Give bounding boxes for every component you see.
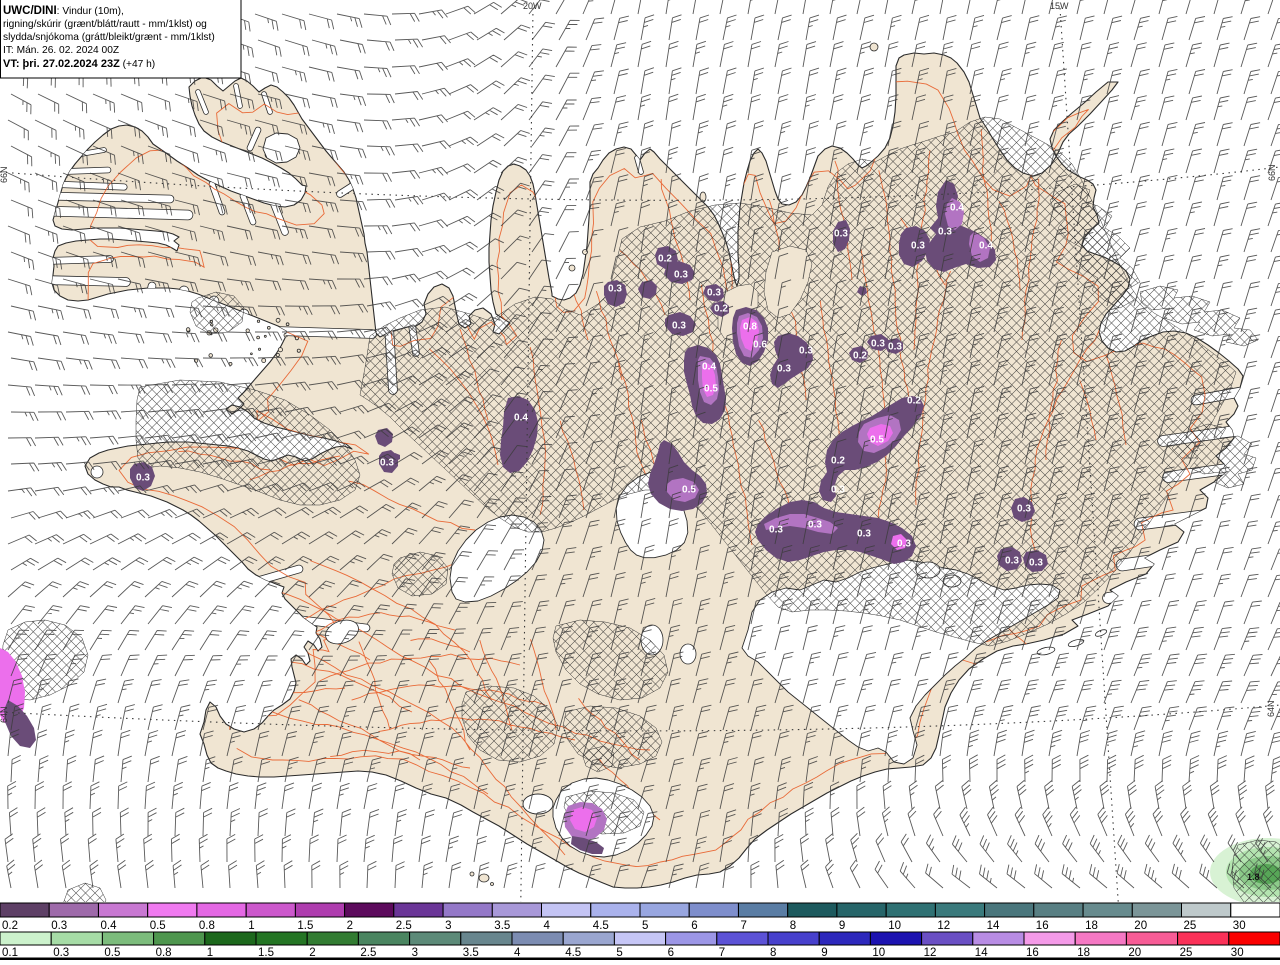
svg-text:1.5: 1.5 <box>258 947 274 959</box>
svg-text:0.1: 0.1 <box>2 947 18 959</box>
svg-text:0.5: 0.5 <box>704 384 718 395</box>
svg-text:0.3: 0.3 <box>911 241 925 252</box>
svg-text:0.2: 0.2 <box>853 351 867 362</box>
svg-text:9: 9 <box>821 947 827 959</box>
svg-text:0.2: 0.2 <box>714 304 728 315</box>
svg-text:2.5: 2.5 <box>396 920 412 932</box>
svg-text:66N: 66N <box>0 166 9 183</box>
svg-text:20W: 20W <box>523 1 542 11</box>
svg-text:3: 3 <box>445 920 451 932</box>
svg-text:30: 30 <box>1231 947 1244 959</box>
svg-text:0.2: 0.2 <box>831 456 845 467</box>
svg-text:1.8: 1.8 <box>1247 872 1260 882</box>
svg-text:64N: 64N <box>0 706 9 723</box>
svg-text:0.5: 0.5 <box>104 947 120 959</box>
svg-text:0.4: 0.4 <box>702 362 716 373</box>
svg-text:3.5: 3.5 <box>494 920 510 932</box>
svg-text:0.5: 0.5 <box>870 435 884 446</box>
svg-text:0.3: 0.3 <box>1005 556 1019 567</box>
svg-text:3: 3 <box>412 947 418 959</box>
svg-text:0.6: 0.6 <box>753 340 767 351</box>
svg-text:4: 4 <box>514 947 521 959</box>
svg-text:0.3: 0.3 <box>136 473 150 484</box>
svg-text:0.3: 0.3 <box>707 288 721 299</box>
svg-text:3.5: 3.5 <box>463 947 479 959</box>
svg-text:1: 1 <box>248 920 254 932</box>
svg-text:0.3: 0.3 <box>857 529 871 540</box>
svg-text:4: 4 <box>544 920 551 932</box>
svg-text:1.5: 1.5 <box>297 920 313 932</box>
svg-text:0.3: 0.3 <box>1017 504 1031 515</box>
svg-text:0.3: 0.3 <box>674 270 688 281</box>
svg-text:14: 14 <box>975 947 988 959</box>
svg-text:0.3: 0.3 <box>897 539 911 550</box>
svg-text:0.2: 0.2 <box>907 396 921 407</box>
svg-text:0.5: 0.5 <box>150 920 166 932</box>
svg-text:15W: 15W <box>1050 1 1069 11</box>
svg-text:0.3: 0.3 <box>769 525 783 536</box>
svg-text:2: 2 <box>309 947 315 959</box>
svg-text:slydda/snjókoma (grátt/bleikt/: slydda/snjókoma (grátt/bleikt/grænt - mm… <box>3 32 215 43</box>
svg-text:20: 20 <box>1128 947 1141 959</box>
svg-text:5: 5 <box>642 920 648 932</box>
svg-text:64N: 64N <box>1266 700 1276 717</box>
svg-text:0.4: 0.4 <box>979 241 993 252</box>
svg-text:UWC/DINI: Vindur (10m),: UWC/DINI: Vindur (10m), <box>3 5 124 17</box>
svg-text:10: 10 <box>872 947 885 959</box>
svg-text:8: 8 <box>770 947 776 959</box>
svg-text:0.8: 0.8 <box>199 920 215 932</box>
svg-text:4.5: 4.5 <box>593 920 609 932</box>
svg-text:0.3: 0.3 <box>888 342 902 353</box>
svg-text:10: 10 <box>888 920 901 932</box>
svg-text:0.3: 0.3 <box>380 458 394 469</box>
svg-text:0.3: 0.3 <box>831 485 845 496</box>
svg-text:0.3: 0.3 <box>938 227 952 238</box>
svg-text:12: 12 <box>924 947 937 959</box>
svg-text:0.4: 0.4 <box>101 920 118 932</box>
svg-text:12: 12 <box>937 920 950 932</box>
svg-text:0.4: 0.4 <box>514 413 528 424</box>
svg-text:25: 25 <box>1180 947 1193 959</box>
svg-text:0.3: 0.3 <box>834 229 848 240</box>
svg-text:0.3: 0.3 <box>608 284 622 295</box>
svg-text:0.3: 0.3 <box>777 364 791 375</box>
svg-text:2.5: 2.5 <box>360 947 376 959</box>
svg-text:30: 30 <box>1233 920 1246 932</box>
svg-text:25: 25 <box>1184 920 1197 932</box>
svg-text:18: 18 <box>1085 920 1098 932</box>
svg-text:0.8: 0.8 <box>743 322 757 333</box>
svg-text:6: 6 <box>691 920 697 932</box>
svg-text:0.3: 0.3 <box>799 346 813 357</box>
svg-text:5: 5 <box>616 947 622 959</box>
svg-text:14: 14 <box>987 920 1000 932</box>
svg-text:66N: 66N <box>1267 164 1277 181</box>
svg-text:0.3: 0.3 <box>1029 558 1043 569</box>
svg-text:0.2: 0.2 <box>2 920 18 932</box>
svg-text:18: 18 <box>1077 947 1090 959</box>
svg-text:16: 16 <box>1036 920 1049 932</box>
svg-text:8: 8 <box>790 920 796 932</box>
svg-text:9: 9 <box>839 920 845 932</box>
svg-text:2: 2 <box>347 920 353 932</box>
svg-text:20: 20 <box>1134 920 1147 932</box>
svg-text:6: 6 <box>668 947 674 959</box>
svg-text:0.3: 0.3 <box>53 947 69 959</box>
svg-text:0.3: 0.3 <box>51 920 67 932</box>
svg-text:IT: Mán. 26. 02. 2024 00Z: IT: Mán. 26. 02. 2024 00Z <box>3 45 119 56</box>
svg-text:0.5: 0.5 <box>682 485 696 496</box>
svg-text:0.4: 0.4 <box>950 203 964 214</box>
svg-text:VT: þri. 27.02.2024 23Z (+47 h: VT: þri. 27.02.2024 23Z (+47 h) <box>3 58 155 70</box>
svg-text:16: 16 <box>1026 947 1039 959</box>
svg-text:7: 7 <box>741 920 747 932</box>
svg-text:0.2: 0.2 <box>658 254 672 265</box>
svg-text:rigning/skúrir (grænt/blátt/ra: rigning/skúrir (grænt/blátt/rautt - mm/1… <box>3 19 207 30</box>
svg-text:0.8: 0.8 <box>156 947 172 959</box>
svg-text:1: 1 <box>207 947 213 959</box>
svg-text:7: 7 <box>719 947 725 959</box>
svg-text:0.3: 0.3 <box>871 339 885 350</box>
svg-text:4.5: 4.5 <box>565 947 581 959</box>
svg-text:0.3: 0.3 <box>808 520 822 531</box>
svg-text:0.3: 0.3 <box>672 321 686 332</box>
